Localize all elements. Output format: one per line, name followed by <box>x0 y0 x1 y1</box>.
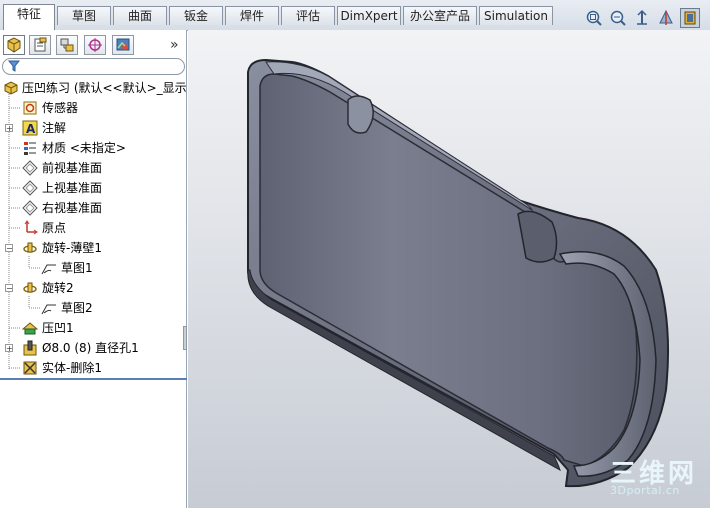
tree-item-sketch1[interactable]: 草图1 <box>0 258 187 278</box>
tree-item-origin[interactable]: 原点 <box>0 218 187 238</box>
collapse-icon[interactable]: − <box>5 244 13 253</box>
sensor-icon <box>22 100 38 116</box>
tree-item-label: 草图1 <box>61 261 93 275</box>
tree-item-annotations[interactable]: + A 注解 <box>0 118 187 138</box>
panel-collapse-handle[interactable] <box>183 326 187 350</box>
tree-item-label: 旋转-薄壁1 <box>42 241 102 255</box>
tree-item-label: 压凹练习 (默认<<默认>_显示 <box>22 81 187 95</box>
dimxpert-manager-icon[interactable] <box>84 35 106 55</box>
tab-sheet-metal[interactable]: 钣金 <box>169 6 223 25</box>
tree-item-indent1[interactable]: 压凹1 <box>0 318 187 338</box>
tab-features[interactable]: 特征 <box>3 4 55 30</box>
property-manager-icon[interactable] <box>29 35 51 55</box>
section-view-icon[interactable] <box>656 8 676 28</box>
configuration-manager-icon[interactable] <box>56 35 78 55</box>
tab-dimxpert[interactable]: DimXpert <box>337 6 401 25</box>
tree-item-right-plane[interactable]: 右视基准面 <box>0 198 187 218</box>
revolve-icon <box>22 240 38 256</box>
tree-item-label: 右视基准面 <box>42 201 103 215</box>
tree-item-sketch2[interactable]: 草图2 <box>0 298 187 318</box>
tree-item-revolve2[interactable]: − 旋转2 <box>0 278 187 298</box>
zoom-to-fit-icon[interactable] <box>584 8 604 28</box>
watermark-url: 3Dportal.cn <box>610 484 680 497</box>
rollback-bar[interactable] <box>0 378 187 380</box>
collapse-icon[interactable]: − <box>5 284 13 293</box>
hole-icon <box>22 340 38 356</box>
tree-item-label: 材质 <未指定> <box>42 141 126 155</box>
zoom-to-area-icon[interactable] <box>608 8 628 28</box>
command-manager-tabbar: 特征 草图 曲面 钣金 焊件 评估 DimXpert 办公室产品 Simulat… <box>0 0 710 31</box>
indent-icon <box>21 320 39 336</box>
model-view <box>247 58 669 488</box>
delete-body-icon <box>22 360 38 376</box>
sketch-icon <box>41 300 57 316</box>
tree-item-label: 旋转2 <box>42 281 74 295</box>
tree-item-label: 实体-删除1 <box>42 361 102 375</box>
tree-item-label: Ø8.0 (8) 直径孔1 <box>42 341 139 355</box>
panel-tabs: » <box>0 32 187 56</box>
svg-text:A: A <box>26 122 36 136</box>
display-manager-icon[interactable] <box>112 35 134 55</box>
tree-item-hole1[interactable]: + Ø8.0 (8) 直径孔1 <box>0 338 187 358</box>
tab-sketch[interactable]: 草图 <box>57 6 111 25</box>
tree-item-sensors[interactable]: 传感器 <box>0 98 187 118</box>
tree-item-front-plane[interactable]: 前视基准面 <box>0 158 187 178</box>
tab-weldments[interactable]: 焊件 <box>225 6 279 25</box>
tree-filter-input[interactable] <box>2 58 185 75</box>
tree-item-label: 前视基准面 <box>42 161 103 175</box>
graphics-area[interactable] <box>188 30 710 508</box>
annotations-icon: A <box>22 120 38 136</box>
view-heads-up-toolbar <box>584 8 702 30</box>
tree-item-label: 上视基准面 <box>42 181 103 195</box>
tree-item-part[interactable]: 压凹练习 (默认<<默认>_显示 <box>0 78 187 98</box>
tab-office-products[interactable]: 办公室产品 <box>403 6 477 25</box>
origin-icon <box>22 220 38 236</box>
feature-manager-panel: » 压凹练习 (默认<<默认>_显示 传感器 + A 注解 材质 <未指定> 前… <box>0 30 187 508</box>
tree-item-top-plane[interactable]: 上视基准面 <box>0 178 187 198</box>
feature-manager-icon[interactable] <box>3 35 25 55</box>
plane-icon <box>22 180 38 196</box>
plane-icon <box>22 200 38 216</box>
previous-view-icon[interactable] <box>632 8 652 28</box>
plane-icon <box>22 160 38 176</box>
part-icon <box>3 80 19 96</box>
tree-item-label: 传感器 <box>42 101 79 115</box>
tree-item-label: 压凹1 <box>42 321 74 335</box>
revolve-icon <box>22 280 38 296</box>
tree-item-material[interactable]: 材质 <未指定> <box>0 138 187 158</box>
tree-item-label: 草图2 <box>61 301 93 315</box>
filter-icon <box>7 60 21 75</box>
sketch-icon <box>41 260 57 276</box>
tree-item-revolve-thin1[interactable]: − 旋转-薄壁1 <box>0 238 187 258</box>
tab-simulation[interactable]: Simulation <box>479 6 553 25</box>
display-style-icon[interactable] <box>680 8 700 28</box>
model-hole-notch-top <box>347 95 374 134</box>
tree-item-label: 原点 <box>42 221 67 235</box>
tab-surfaces[interactable]: 曲面 <box>113 6 167 25</box>
panel-more-arrow[interactable]: » <box>170 37 179 53</box>
expand-icon[interactable]: + <box>5 344 13 353</box>
material-icon <box>22 140 38 156</box>
tab-evaluate[interactable]: 评估 <box>281 6 335 25</box>
tree-item-delete-body1[interactable]: 实体-删除1 <box>0 358 187 378</box>
expand-icon[interactable]: + <box>5 124 13 133</box>
tree-item-label: 注解 <box>42 121 67 135</box>
